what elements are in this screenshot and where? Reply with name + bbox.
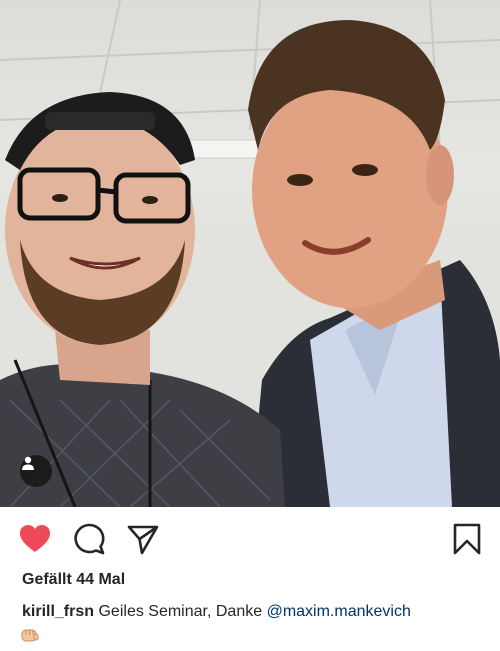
action-bar: [0, 518, 500, 558]
caption-mention[interactable]: @maxim.mankevich: [267, 603, 411, 620]
fist-bump-emoji: [20, 625, 40, 645]
comment-icon[interactable]: [72, 522, 106, 556]
caption-text: Geiles Seminar, Danke: [98, 603, 263, 620]
instagram-post: Gefällt 44 Mal kirill_frsn Geiles Semina…: [0, 0, 500, 651]
person-icon[interactable]: [20, 455, 52, 487]
paper-plane-icon[interactable]: [126, 522, 160, 556]
heart-icon[interactable]: [18, 522, 52, 556]
caption-username[interactable]: kirill_frsn: [22, 603, 94, 620]
post-caption: kirill_frsn Geiles Seminar, Danke @maxim…: [22, 602, 482, 622]
selfie-illustration: [0, 0, 500, 507]
bookmark-icon[interactable]: [450, 522, 484, 556]
post-photo[interactable]: [0, 0, 500, 507]
likes-count[interactable]: Gefällt 44 Mal: [22, 571, 125, 589]
